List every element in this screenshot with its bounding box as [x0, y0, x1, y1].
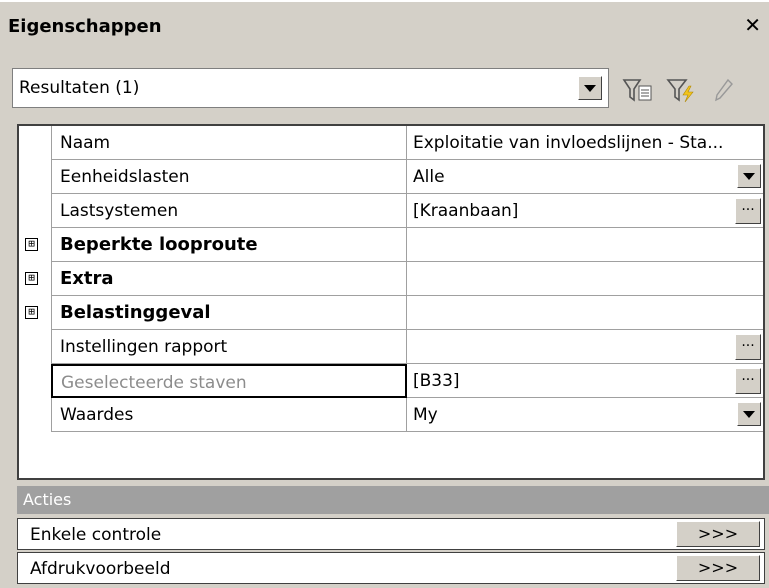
- property-group-name: Extra: [51, 262, 407, 296]
- property-group-extra[interactable]: ⊞ Extra: [19, 262, 763, 296]
- property-value-text: Alle: [413, 167, 445, 187]
- property-row-naam[interactable]: Naam Exploitatie van invloedslijnen - St…: [19, 126, 763, 160]
- filter-lightning-icon[interactable]: [664, 76, 698, 104]
- property-value[interactable]: Exploitatie van invloedslijnen - Sta...: [407, 126, 763, 160]
- results-selector[interactable]: Resultaten (1): [12, 68, 609, 108]
- property-row-geselecteerde-staven[interactable]: Geselecteerde staven [B33] ...: [19, 364, 763, 398]
- property-value[interactable]: [B33]: [407, 364, 763, 398]
- property-row-instellingen-rapport[interactable]: Instellingen rapport ...: [19, 330, 763, 364]
- property-value[interactable]: My: [407, 398, 763, 432]
- action-label: Enkele controle: [30, 525, 162, 545]
- property-value[interactable]: Alle: [407, 160, 763, 194]
- property-name: Naam: [51, 126, 407, 160]
- filter-list-icon[interactable]: [620, 76, 654, 104]
- property-group-name: Belastinggeval: [51, 296, 407, 330]
- pencil-icon[interactable]: [708, 76, 742, 104]
- ellipsis-button[interactable]: ...: [735, 368, 761, 394]
- property-name: Geselecteerde staven: [51, 364, 407, 398]
- property-row-eenheidslasten[interactable]: Eenheidslasten Alle: [19, 160, 763, 194]
- results-selector-value: Resultaten (1): [19, 78, 140, 98]
- close-icon[interactable]: ✕: [744, 13, 761, 37]
- property-value: [407, 296, 763, 330]
- property-value[interactable]: [407, 330, 763, 364]
- property-row-lastsystemen[interactable]: Lastsystemen [Kraanbaan] ...: [19, 194, 763, 228]
- property-value-text: [B33]: [413, 371, 460, 391]
- property-name: Lastsystemen: [51, 194, 407, 228]
- chevron-down-icon[interactable]: [737, 164, 761, 188]
- property-name: Waardes: [51, 398, 407, 432]
- property-value[interactable]: [Kraanbaan]: [407, 194, 763, 228]
- property-value-text: [Kraanbaan]: [413, 201, 519, 221]
- chevron-down-icon[interactable]: [737, 402, 761, 426]
- actions-header: Acties: [17, 486, 769, 514]
- property-row-waardes[interactable]: Waardes My: [19, 398, 763, 432]
- expand-plus-icon[interactable]: ⊞: [25, 272, 38, 285]
- panel-titlebar: Eigenschappen ✕: [0, 0, 769, 46]
- chevron-down-icon[interactable]: [578, 76, 602, 100]
- property-name: Instellingen rapport: [51, 330, 407, 364]
- action-row-afdrukvoorbeeld[interactable]: Afdrukvoorbeeld >>>: [17, 552, 765, 584]
- property-value: [407, 262, 763, 296]
- ellipsis-button[interactable]: ...: [735, 334, 761, 360]
- property-value-text: My: [413, 405, 438, 425]
- run-action-button[interactable]: >>>: [676, 555, 760, 581]
- panel-title: Eigenschappen: [8, 16, 162, 37]
- expand-plus-icon[interactable]: ⊞: [25, 238, 38, 251]
- ellipsis-button[interactable]: ...: [735, 198, 761, 224]
- property-grid: Naam Exploitatie van invloedslijnen - St…: [17, 124, 765, 480]
- run-action-button[interactable]: >>>: [676, 521, 760, 547]
- property-group-name: Beperkte looproute: [51, 228, 407, 262]
- property-value: [407, 228, 763, 262]
- property-group-belastinggeval[interactable]: ⊞ Belastinggeval: [19, 296, 763, 330]
- action-label: Afdrukvoorbeeld: [30, 559, 171, 579]
- property-name: Eenheidslasten: [51, 160, 407, 194]
- property-group-beperkte-looproute[interactable]: ⊞ Beperkte looproute: [19, 228, 763, 262]
- action-row-enkele-controle[interactable]: Enkele controle >>>: [17, 518, 765, 550]
- expand-plus-icon[interactable]: ⊞: [25, 306, 38, 319]
